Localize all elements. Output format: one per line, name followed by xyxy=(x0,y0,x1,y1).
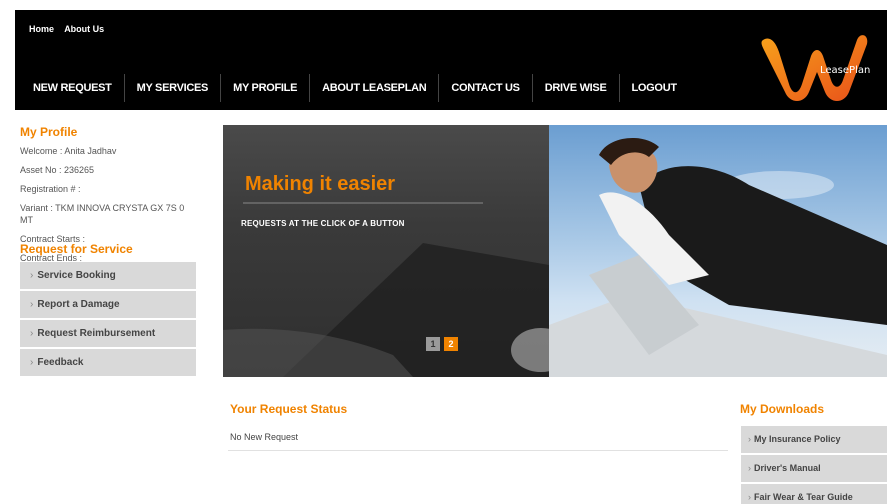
report-damage-link[interactable]: › Report a Damage xyxy=(20,291,196,318)
wear-tear-guide-link[interactable]: › Fair Wear & Tear Guide xyxy=(741,484,887,504)
variant-text: Variant : TKM INNOVA CRYSTA GX 7S 0 MT xyxy=(20,203,185,225)
request-status-message: No New Request xyxy=(230,432,299,442)
nav-my-services[interactable]: MY SERVICES xyxy=(125,74,222,102)
status-divider xyxy=(228,450,728,451)
feedback-label: Feedback xyxy=(37,357,84,368)
report-damage-label: Report a Damage xyxy=(37,299,120,310)
main-nav: NEW REQUEST MY SERVICES MY PROFILE ABOUT… xyxy=(21,74,689,102)
chevron-right-icon: › xyxy=(748,463,751,473)
request-reimbursement-label: Request Reimbursement xyxy=(37,328,156,339)
header-bar: Home About Us NEW REQUEST MY SERVICES MY… xyxy=(15,10,887,110)
logo-text: LeasePlan xyxy=(820,65,871,76)
hero-banner: Making it easier REQUESTS AT THE CLICK O… xyxy=(223,125,887,377)
request-for-service-heading: Request for Service xyxy=(20,242,133,256)
nav-drive-wise[interactable]: DRIVE WISE xyxy=(533,74,620,102)
banner-heading: Making it easier xyxy=(245,173,396,195)
banner-right-panel xyxy=(549,125,887,377)
banner-subheading: REQUESTS AT THE CLICK OF A BUTTON xyxy=(241,219,405,228)
chevron-right-icon: › xyxy=(30,357,34,368)
slide-2-button[interactable]: 2 xyxy=(444,337,458,351)
nav-contact-us[interactable]: CONTACT US xyxy=(439,74,533,102)
chevron-right-icon: › xyxy=(30,270,34,281)
chevron-right-icon: › xyxy=(30,299,34,310)
banner-left-panel xyxy=(223,125,549,377)
asset-no-text: Asset No : 236265 xyxy=(20,165,95,175)
woman-convertible-image xyxy=(549,137,887,377)
page-frame: Home About Us NEW REQUEST MY SERVICES MY… xyxy=(15,10,887,504)
registration-text: Registration # : xyxy=(20,184,81,194)
home-link[interactable]: Home xyxy=(29,24,54,34)
slide-1-button[interactable]: 1 xyxy=(426,337,440,351)
service-booking-link[interactable]: › Service Booking xyxy=(20,262,196,289)
service-menu: › Service Booking › Report a Damage › Reque… xyxy=(20,262,196,378)
feedback-link[interactable]: › Feedback xyxy=(20,349,196,376)
downloads-menu: › My Insurance Policy › Driver's Manual › F… xyxy=(741,426,887,504)
nav-my-profile[interactable]: MY PROFILE xyxy=(221,74,311,102)
wear-tear-guide-label: Fair Wear & Tear Guide xyxy=(754,492,853,502)
nav-about-leaseplan[interactable]: ABOUT LEASEPLAN xyxy=(310,74,440,102)
car-silhouette-icon xyxy=(223,202,549,377)
about-us-link[interactable]: About Us xyxy=(64,24,104,34)
my-downloads-heading: My Downloads xyxy=(740,402,825,416)
insurance-policy-link[interactable]: › My Insurance Policy xyxy=(741,426,887,453)
nav-new-request[interactable]: NEW REQUEST xyxy=(21,74,125,102)
chevron-right-icon: › xyxy=(748,492,751,502)
chevron-right-icon: › xyxy=(748,434,751,444)
drivers-manual-label: Driver's Manual xyxy=(754,463,821,473)
drivers-manual-link[interactable]: › Driver's Manual xyxy=(741,455,887,482)
chevron-right-icon: › xyxy=(30,328,34,339)
insurance-policy-label: My Insurance Policy xyxy=(754,434,841,444)
request-reimbursement-link[interactable]: › Request Reimbursement xyxy=(20,320,196,347)
nav-logout[interactable]: LOGOUT xyxy=(620,74,689,102)
my-profile-heading: My Profile xyxy=(20,125,78,139)
top-links: Home About Us xyxy=(29,24,112,34)
welcome-text: Welcome : Anita Jadhav xyxy=(20,146,117,156)
service-booking-label: Service Booking xyxy=(37,270,116,281)
request-status-heading: Your Request Status xyxy=(230,402,348,416)
slide-pager: 1 2 xyxy=(426,337,458,351)
